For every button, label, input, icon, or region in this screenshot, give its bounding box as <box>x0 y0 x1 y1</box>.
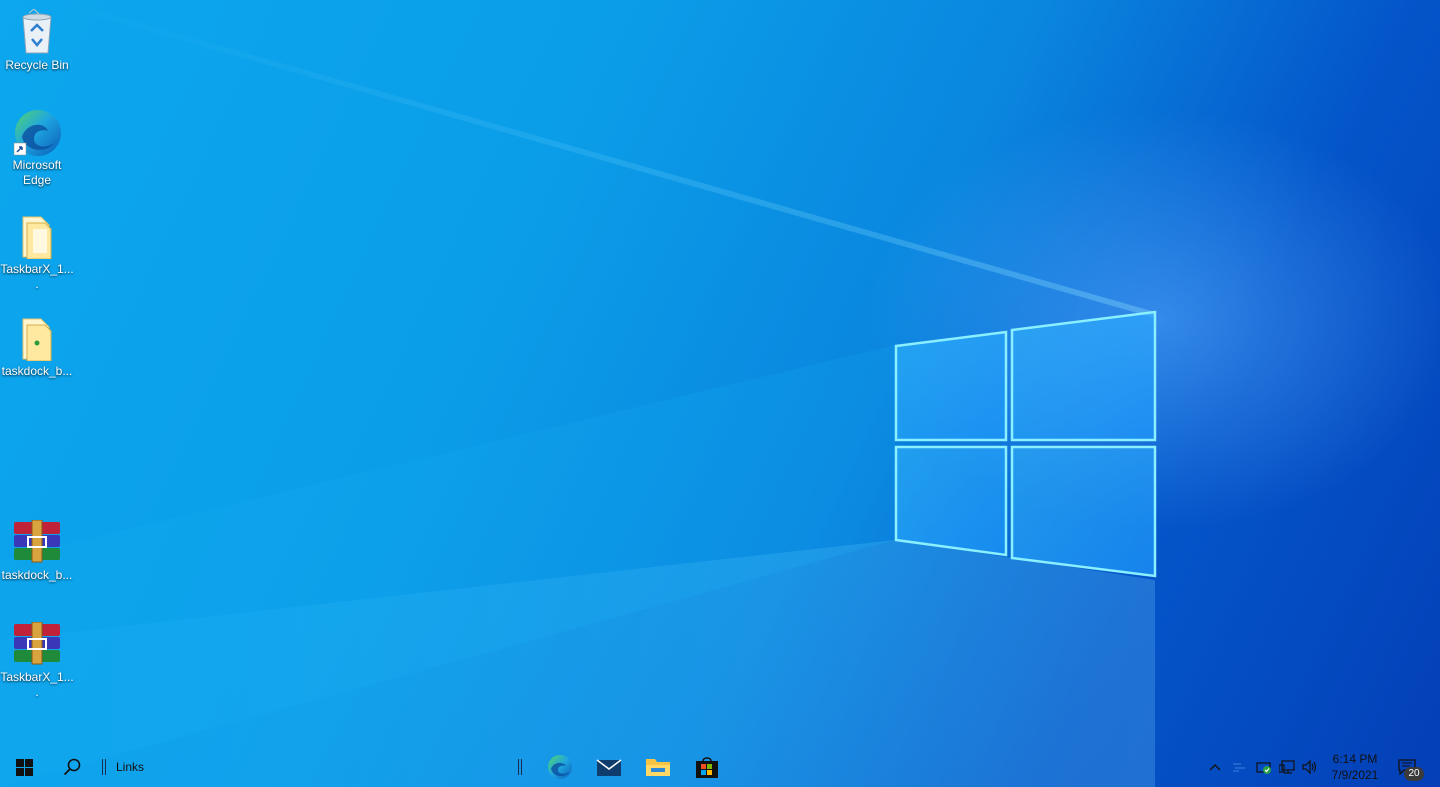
clock-time: 6:14 PM <box>1332 752 1378 766</box>
folder-icon <box>11 210 63 262</box>
edge-icon <box>11 106 63 158</box>
taskbar-edge-button[interactable] <box>542 747 578 787</box>
recycle-bin-icon <box>11 6 63 58</box>
desktop-icon-microsoft-edge[interactable]: Microsoft Edge <box>0 106 74 188</box>
search-icon <box>63 758 81 776</box>
folder-icon <box>11 312 63 364</box>
desktop-icon-recycle-bin[interactable]: Recycle Bin <box>0 6 74 73</box>
notifications-count-badge: 20 <box>1404 767 1424 781</box>
show-hidden-icons-button[interactable] <box>1205 747 1225 787</box>
toolbar-grip[interactable] <box>518 759 522 775</box>
volume-icon <box>1302 760 1317 774</box>
tray-app-button[interactable] <box>1229 747 1249 787</box>
search-button[interactable] <box>56 747 88 787</box>
store-icon <box>696 757 718 778</box>
desktop-icon-label: TaskbarX_1.... <box>0 262 74 291</box>
tray-security-button[interactable] <box>1254 747 1274 787</box>
security-icon <box>1256 762 1271 774</box>
clock-date: 7/9/2021 <box>1331 768 1379 782</box>
desktop-icon-taskbarx-folder[interactable]: TaskbarX_1.... <box>0 210 74 292</box>
windows-logo-wallpaper <box>894 310 1157 578</box>
tray-volume-button[interactable] <box>1300 747 1320 787</box>
winrar-archive-icon <box>11 516 63 568</box>
taskbar-file-explorer-button[interactable] <box>640 747 676 787</box>
desktop-icon-label: Recycle Bin <box>5 58 69 72</box>
toolbar-grip[interactable] <box>102 759 106 775</box>
tray-network-button[interactable] <box>1277 747 1297 787</box>
taskbar-clock[interactable]: 6:14 PM 7/9/2021 <box>1326 751 1384 783</box>
winrar-archive-icon <box>11 618 63 670</box>
windows-start-icon <box>15 758 33 776</box>
edge-icon <box>548 755 572 779</box>
network-icon <box>1279 760 1295 774</box>
desktop-icon-label: taskdock_b... <box>1 364 73 378</box>
desktop-icon-taskbarx-archive[interactable]: TaskbarX_1.... <box>0 618 74 700</box>
desktop-icon-taskdock-archive[interactable]: taskdock_b... <box>0 516 74 583</box>
links-toolbar[interactable]: Links <box>112 747 148 787</box>
wallpaper-light-beams <box>0 0 1155 787</box>
file-explorer-icon <box>646 759 670 776</box>
taskbar-store-button[interactable] <box>689 747 725 787</box>
desktop-icon-label: Microsoft Edge <box>12 158 62 187</box>
taskbar: Links 6:14 PM 7/9/2021 <box>0 747 1440 787</box>
desktop-icon-label: taskdock_b... <box>1 568 73 582</box>
desktop-icon-label: TaskbarX_1.... <box>0 670 74 699</box>
desktop: Recycle Bin Microsoft Edge TaskbarX_1...… <box>0 0 1440 787</box>
start-button[interactable] <box>8 747 40 787</box>
chevron-up-icon <box>1209 764 1221 771</box>
desktop-icon-taskdock-folder[interactable]: taskdock_b... <box>0 312 74 379</box>
taskbar-mail-button[interactable] <box>591 747 627 787</box>
mail-icon <box>596 759 622 776</box>
app-tray-icon <box>1233 763 1245 772</box>
